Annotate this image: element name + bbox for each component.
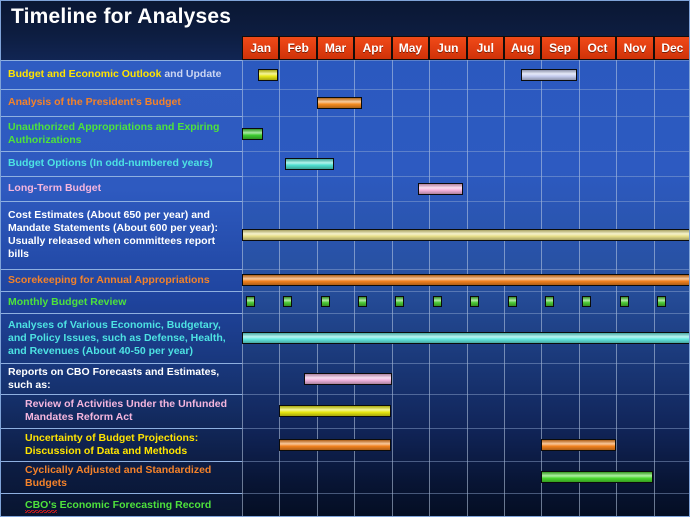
- row-separator-7: [1, 291, 242, 292]
- timeline-bar-monthly-budget-review-10[interactable]: [620, 296, 629, 307]
- row-separator-4: [1, 176, 242, 177]
- month-header-apr[interactable]: Apr: [354, 36, 392, 60]
- timeline-bar-monthly-budget-review-4[interactable]: [395, 296, 404, 307]
- timeline-bar-monthly-budget-review-2[interactable]: [321, 296, 330, 307]
- row-separator-13: [1, 493, 242, 494]
- timeline-bar-budget-options-0[interactable]: [285, 158, 334, 170]
- timeline-bar-analysis-of-the-presidents-budget-0[interactable]: [317, 97, 362, 109]
- row-label-reports-on-cbo-forecasts: Reports on CBO Forecasts and Estimates, …: [8, 366, 220, 391]
- grid-line-6: [429, 60, 430, 516]
- timeline-bar-monthly-budget-review-7[interactable]: [508, 296, 517, 307]
- row-separator-2: [1, 116, 242, 117]
- month-header-nov[interactable]: Nov: [616, 36, 654, 60]
- timeline-bar-cost-estimates-0[interactable]: [242, 229, 689, 241]
- row-label-analyses-of-various-issues: Analyses of Various Economic, Budgetary,…: [8, 319, 226, 357]
- month-header-sep[interactable]: Sep: [541, 36, 579, 60]
- month-header-jul[interactable]: Jul: [466, 36, 504, 60]
- timeline-chart-root: Timeline for Analyses Jan Feb Mar Apr May Jun…: [0, 0, 690, 517]
- month-header-oct[interactable]: Oct: [578, 36, 617, 60]
- grid-line-5: [392, 60, 393, 516]
- row-separator-3: [1, 151, 242, 152]
- timeline-bar-monthly-budget-review-0[interactable]: [246, 296, 255, 307]
- timeline-bar-uncertainty-of-budget-projections-1[interactable]: [541, 439, 616, 451]
- row-separator-plot-7: [242, 291, 689, 292]
- row-label-monthly-budget-review: Monthly Budget Review: [8, 296, 127, 308]
- row-label-main: Budget and Economic Outlook: [8, 68, 162, 80]
- grid-line-7: [467, 60, 468, 516]
- month-header-jan[interactable]: Jan: [242, 36, 280, 60]
- timeline-bar-analyses-of-various-issues-0[interactable]: [242, 332, 689, 344]
- timeline-bar-monthly-budget-review-8[interactable]: [545, 296, 554, 307]
- timeline-bar-cyclically-adjusted-budgets-0[interactable]: [541, 471, 653, 483]
- timeline-bar-monthly-budget-review-1[interactable]: [283, 296, 292, 307]
- timeline-bar-monthly-budget-review-3[interactable]: [358, 296, 367, 307]
- row-label-review-of-activities-umra: Review of Activities Under the Unfunded …: [25, 398, 228, 423]
- row-separator-1: [1, 89, 242, 90]
- row-separator-12: [1, 461, 242, 462]
- month-header-aug[interactable]: Aug: [503, 36, 542, 60]
- row-separator-8: [1, 313, 242, 314]
- grid-line-8: [504, 60, 505, 516]
- row-separator-9: [1, 363, 242, 364]
- row-label-unauthorized-appropriations: Unauthorized Appropriations and Expiring…: [8, 121, 220, 146]
- month-header-mar[interactable]: Mar: [316, 36, 355, 60]
- timeline-bar-long-term-budget-0[interactable]: [418, 183, 463, 195]
- timeline-bar-budget-and-economic-outlook-0[interactable]: [258, 69, 278, 81]
- row-label-cyclically-adjusted-budgets: Cyclically Adjusted and Standardized Bud…: [25, 464, 212, 489]
- row-separator-plot-9: [242, 363, 689, 364]
- row-label-budget-options: Budget Options (In odd-numbered years): [8, 157, 213, 169]
- row-separator-plot-4: [242, 176, 689, 177]
- timeline-bar-scorekeeping-0[interactable]: [242, 274, 689, 286]
- row-separator-plot-3: [242, 151, 689, 152]
- row-label-uncertainty-of-budget-projections: Uncertainty of Budget Projections: Discu…: [25, 432, 199, 457]
- month-header-may[interactable]: May: [391, 36, 430, 60]
- row-separator-10: [1, 394, 242, 395]
- row-separator-plot-8: [242, 313, 689, 314]
- row-separator-plot-12: [242, 461, 689, 462]
- row-separator-plot-11: [242, 428, 689, 429]
- row-label-suffix: and Update: [161, 68, 222, 80]
- timeline-bar-monthly-budget-review-5[interactable]: [433, 296, 442, 307]
- row-separator-plot-10: [242, 394, 689, 395]
- row-separator-11: [1, 428, 242, 429]
- grid-line-12: [654, 60, 655, 516]
- row-label-long-term-budget: Long-Term Budget: [8, 182, 102, 194]
- month-header-row: Jan Feb Mar Apr May Jun Jul Aug Sep Oct Nov Dec: [242, 36, 689, 60]
- row-label-rest: Economic Forecasting Record: [56, 499, 212, 511]
- timeline-bar-unauthorized-appropriations-0[interactable]: [242, 128, 263, 140]
- row-separator-plot-2: [242, 116, 689, 117]
- row-label-budget-and-economic-outlook: Budget and Economic Outlook and Update: [8, 68, 238, 81]
- grid-line-11: [616, 60, 617, 516]
- month-header-feb[interactable]: Feb: [279, 36, 317, 60]
- row-label-cost-estimates: Cost Estimates (About 650 per year) and …: [8, 209, 219, 260]
- timeline-bar-monthly-budget-review-6[interactable]: [470, 296, 479, 307]
- row-label-misspelled: CBO's: [25, 499, 57, 513]
- row-separator-plot-5: [242, 201, 689, 202]
- row-separator-5: [1, 201, 242, 202]
- row-separator-plot-0: [242, 60, 689, 61]
- timeline-bar-review-of-activities-umra-0[interactable]: [279, 405, 391, 417]
- timeline-bar-monthly-budget-review-11[interactable]: [657, 296, 666, 307]
- row-separator-0: [1, 60, 242, 61]
- row-label-scorekeeping: Scorekeeping for Annual Appropriations: [8, 274, 210, 286]
- row-separator-plot-13: [242, 493, 689, 494]
- row-separator-6: [1, 269, 242, 270]
- timeline-bar-reports-on-cbo-forecasts-0[interactable]: [304, 373, 392, 385]
- month-header-dec[interactable]: Dec: [653, 36, 689, 60]
- row-label-analysis-of-the-presidents-budget: Analysis of the President's Budget: [8, 96, 181, 108]
- row-label-cbo-economic-forecasting-record: CBO's Economic Forecasting Record: [25, 499, 239, 513]
- row-separator-plot-1: [242, 89, 689, 90]
- timeline-bar-uncertainty-of-budget-projections-0[interactable]: [279, 439, 391, 451]
- timeline-bar-budget-and-economic-outlook-1[interactable]: [521, 69, 577, 81]
- page-title: Timeline for Analyses: [11, 5, 232, 28]
- month-header-jun[interactable]: Jun: [429, 36, 467, 60]
- timeline-bar-monthly-budget-review-9[interactable]: [582, 296, 591, 307]
- row-separator-plot-6: [242, 269, 689, 270]
